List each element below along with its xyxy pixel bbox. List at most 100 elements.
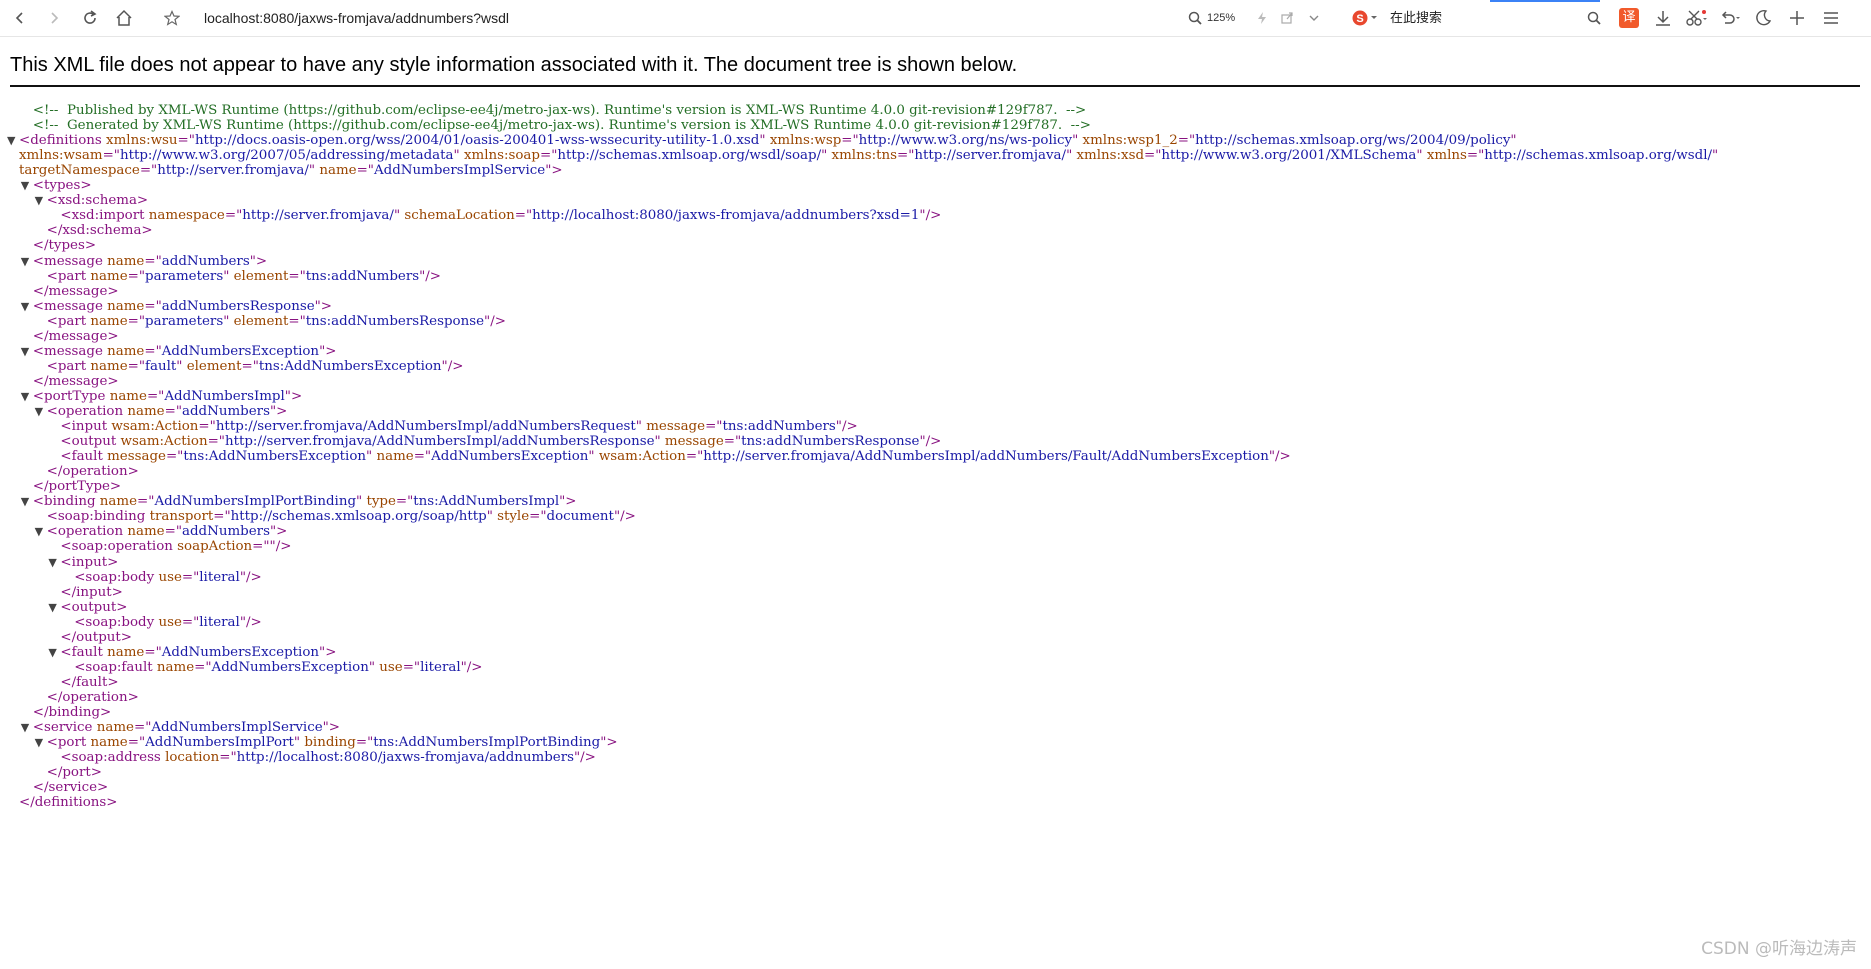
- chevron-down-icon[interactable]: [1306, 0, 1322, 36]
- xml-tag: <part: [46, 313, 87, 329]
- collapse-toggle-icon[interactable]: ▼: [21, 177, 33, 195]
- xml-tag: <fault: [60, 644, 103, 660]
- xml-tag: =": [177, 133, 195, 149]
- moon-icon[interactable]: [1752, 0, 1774, 36]
- collapse-toggle-icon[interactable]: ▼: [21, 298, 33, 316]
- xml-tag: "/>: [239, 614, 262, 630]
- xml-tag: ">: [284, 388, 303, 404]
- xml-tag: </message>: [32, 328, 119, 344]
- translate-label: 译: [1619, 8, 1639, 28]
- zoom-level[interactable]: 125%: [1207, 0, 1235, 36]
- star-icon[interactable]: [160, 0, 184, 36]
- xml-tag: </definitions>: [19, 795, 118, 811]
- plus-icon[interactable]: [1786, 0, 1808, 36]
- collapse-toggle-icon[interactable]: ▼: [21, 388, 33, 406]
- xml-attr-value: http://schemas.xmlsoap.org/soap/http: [230, 509, 487, 525]
- xml-attr-value: AddNumbersException: [431, 449, 589, 465]
- xml-tag: <input: [60, 419, 108, 435]
- loading-indicator: [1490, 0, 1600, 2]
- xml-attr-name: name: [86, 313, 128, 329]
- xml-attr-value: http://server.fromjava/: [157, 163, 309, 179]
- xml-tag: <soap:body: [74, 569, 155, 585]
- collapse-toggle-icon[interactable]: ▼: [48, 554, 60, 572]
- xml-attr-value: literal: [199, 614, 240, 630]
- zoom-icon[interactable]: [1186, 0, 1204, 36]
- xml-tag: ": [1510, 133, 1517, 149]
- xml-attr-name: name: [86, 735, 128, 751]
- search-input[interactable]: 在此搜索: [1390, 0, 1442, 36]
- home-icon[interactable]: [112, 0, 136, 36]
- xml-attr-value: tns:AddNumbersImpl: [413, 494, 560, 510]
- collapse-toggle-icon[interactable]: ▼: [7, 132, 19, 150]
- xml-tag: </types>: [32, 238, 97, 254]
- xml-attr-name: name: [152, 659, 195, 675]
- xml-attr-name: xmlns:xsd: [1072, 148, 1145, 164]
- collapse-toggle-icon[interactable]: ▼: [48, 644, 60, 662]
- xml-tag: "/>: [835, 419, 858, 435]
- xml-tag: "/>: [919, 434, 942, 450]
- xml-tag: </xsd:schema>: [46, 223, 153, 239]
- xml-attr-name: name: [102, 253, 145, 269]
- xml-attr-value: AddNumbersImplPort: [145, 735, 294, 751]
- sogou-search-icon[interactable]: S: [1350, 0, 1382, 36]
- collapse-toggle-icon[interactable]: ▼: [35, 734, 47, 752]
- collapse-toggle-icon[interactable]: ▼: [21, 253, 33, 271]
- collapse-toggle-icon[interactable]: ▼: [35, 523, 47, 541]
- xml-tag: <part: [46, 268, 87, 284]
- xml-attr-value: addNumbersResponse: [161, 298, 315, 314]
- xml-attr-name: type: [362, 494, 396, 510]
- xml-attr-value: tns:AddNumbersException: [183, 449, 367, 465]
- divider: [10, 85, 1860, 87]
- xml-tag: <part: [46, 358, 87, 374]
- xml-tag: </port>: [46, 765, 102, 781]
- search-icon[interactable]: [1584, 0, 1604, 36]
- collapse-toggle-icon[interactable]: ▼: [21, 493, 33, 511]
- xml-attr-name: xmlns:tns: [827, 148, 897, 164]
- xml-tag: ">: [545, 163, 563, 179]
- collapse-toggle-icon[interactable]: ▼: [21, 719, 33, 737]
- share-icon[interactable]: [1278, 0, 1296, 36]
- xml-tag: =": [355, 735, 374, 751]
- collapse-toggle-icon[interactable]: ▼: [35, 403, 47, 421]
- xml-tag: =": [1144, 148, 1162, 164]
- xml-tag: <soap:address: [60, 750, 161, 766]
- collapse-toggle-icon[interactable]: ▼: [21, 343, 33, 361]
- undo-icon[interactable]: [1718, 0, 1744, 36]
- xml-attr-name: name: [102, 298, 145, 314]
- xml-tag: =": [413, 449, 432, 465]
- xml-tag: </binding>: [32, 705, 112, 720]
- xml-tag: </fault>: [60, 674, 119, 690]
- xml-tag: =": [165, 449, 184, 465]
- xml-tag: =": [194, 659, 212, 675]
- back-icon[interactable]: [8, 0, 32, 36]
- xml-attr-name: wsam:Action: [594, 449, 686, 465]
- xml-attr-value: AddNumbersImpl: [164, 388, 285, 404]
- xml-tag: =": [181, 614, 200, 630]
- xml-attr-name: name: [105, 388, 147, 404]
- download-icon[interactable]: [1652, 0, 1674, 36]
- scissors-icon[interactable]: [1684, 0, 1710, 36]
- translate-icon[interactable]: 译: [1618, 0, 1640, 36]
- xml-attr-name: element: [229, 268, 289, 284]
- xml-attr-value: http://localhost:8080/jaxws-fromjava/add…: [532, 208, 920, 224]
- forward-icon[interactable]: [42, 0, 66, 36]
- menu-icon[interactable]: [1820, 0, 1842, 36]
- reload-icon[interactable]: [78, 0, 102, 36]
- xml-tag: =": [144, 343, 162, 359]
- xml-tag: </message>: [32, 283, 119, 299]
- xml-style-notice: This XML file does not appear to have an…: [10, 54, 1018, 76]
- collapse-toggle-icon[interactable]: ▼: [35, 192, 47, 210]
- collapse-toggle-icon[interactable]: ▼: [48, 599, 60, 617]
- xml-tag: "/>: [419, 268, 441, 284]
- xml-attr-name: element: [229, 313, 289, 329]
- xml-attr-name: xmlns:wsam: [19, 148, 103, 164]
- xml-attr-value: addNumbers: [182, 404, 270, 419]
- xml-attr-value: addNumbers: [161, 253, 250, 269]
- xml-tag: =": [181, 569, 200, 585]
- address-bar[interactable]: localhost:8080/jaxws-fromjava/addnumbers…: [204, 0, 509, 36]
- xml-tag: <binding: [32, 494, 96, 510]
- xml-tag: =": [241, 358, 259, 374]
- xml-tag: <fault: [60, 449, 103, 465]
- lightning-icon[interactable]: [1254, 0, 1270, 36]
- xml-tag: <xsd:schema>: [46, 193, 149, 209]
